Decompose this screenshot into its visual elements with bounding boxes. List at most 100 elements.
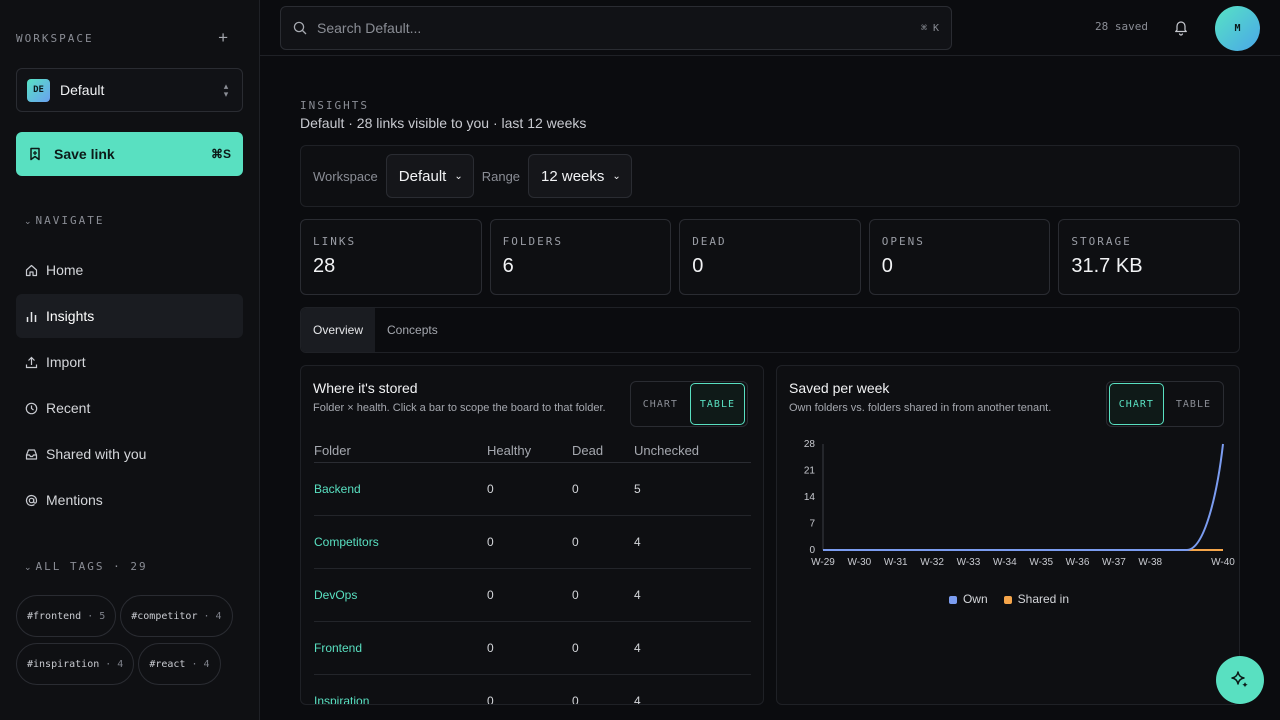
tag-name: #competitor xyxy=(131,610,198,622)
sidebar-item-home[interactable]: Home xyxy=(16,248,243,292)
tag-chip-competitor[interactable]: #competitor · 4 xyxy=(120,595,233,637)
sidebar-item-label: Mentions xyxy=(46,492,103,508)
series-line-own xyxy=(823,443,1224,551)
tag-name: #react xyxy=(149,658,186,670)
folder-link[interactable]: DevOps xyxy=(314,568,487,622)
sidebar-item-label: Shared with you xyxy=(46,446,147,462)
saved-count: 28 saved xyxy=(1095,20,1148,33)
folder-link[interactable]: Inspiration xyxy=(314,674,487,704)
column-header-folder[interactable]: Folder xyxy=(314,440,487,463)
tag-name: #inspiration xyxy=(27,658,100,670)
x-tick-label: W-30 xyxy=(848,557,872,568)
sidebar-item-mentions[interactable]: Mentions xyxy=(16,478,243,522)
healthy-cell: 0 xyxy=(487,621,572,675)
folder-link[interactable]: Frontend xyxy=(314,621,487,675)
dead-cell: 0 xyxy=(572,674,634,704)
storage-table: Folder Healthy Dead Unchecked Backend 0 … xyxy=(314,440,751,704)
column-header-healthy[interactable]: Healthy xyxy=(487,440,572,463)
range-filter-select[interactable]: 12 weeks ⌄ xyxy=(528,154,632,198)
sidebar-item-label: Home xyxy=(46,262,84,278)
search-input[interactable]: Search Default... ⌘ K xyxy=(280,6,952,50)
save-link-button[interactable]: Save link ⌘S xyxy=(16,132,243,176)
avatar[interactable]: M xyxy=(1215,6,1260,51)
weekly-line-chart: 0 7 14 21 28 W-29 W-30 W-31 W-32 W-33 W-34 W-35 W-36… xyxy=(804,439,1235,568)
legend-item-own[interactable]: Own xyxy=(948,592,988,606)
add-workspace-icon[interactable]: + xyxy=(218,29,228,46)
insights-tabs: Overview Concepts xyxy=(300,307,1240,353)
column-header-dead[interactable]: Dead xyxy=(572,440,634,463)
clock-icon xyxy=(24,401,38,415)
stat-label: STORAGE xyxy=(1071,235,1132,248)
storage-card-description: Folder × health. Click a bar to scope th… xyxy=(313,402,606,414)
search-shortcut: ⌘ K xyxy=(920,22,939,34)
folder-link[interactable]: Competitors xyxy=(314,515,487,569)
stat-value: 0 xyxy=(692,255,704,277)
sidebar-nav: Home Insights Import Recent Shared with … xyxy=(16,248,243,524)
stat-value: 6 xyxy=(502,255,514,277)
stat-card-storage: STORAGE 31.7 KB xyxy=(1058,219,1240,295)
table-row[interactable]: Frontend 0 0 4 xyxy=(314,621,751,675)
healthy-cell: 0 xyxy=(487,462,572,516)
sidebar-item-recent[interactable]: Recent xyxy=(16,386,243,430)
y-tick-label: 7 xyxy=(809,519,815,530)
dead-cell: 0 xyxy=(572,462,634,516)
x-tick-label: W-38 xyxy=(1138,557,1162,568)
page-eyebrow: INSIGHTS xyxy=(300,99,369,112)
x-tick-label: W-31 xyxy=(884,557,908,568)
x-tick-label: W-35 xyxy=(1029,557,1053,568)
table-row[interactable]: Competitors 0 0 4 xyxy=(314,515,751,569)
sidebar-item-label: Insights xyxy=(46,308,95,324)
sidebar-item-import[interactable]: Import xyxy=(16,340,243,384)
stat-card-opens: OPENS 0 xyxy=(868,219,1051,295)
healthy-cell: 0 xyxy=(487,515,572,569)
ai-assistant-button[interactable] xyxy=(1216,656,1264,704)
table-row[interactable]: Inspiration 0 0 4 xyxy=(314,674,751,704)
tag-chip-frontend[interactable]: #frontend · 5 xyxy=(16,595,117,637)
storage-card-title: Where it's stored xyxy=(313,380,418,396)
tag-list: #frontend · 5 #competitor · 4 #inspiration… xyxy=(16,595,246,685)
x-tick-label: W-32 xyxy=(920,557,944,568)
range-filter-value: 12 weeks xyxy=(541,167,605,185)
table-view-button[interactable]: TABLE xyxy=(1166,383,1221,425)
healthy-cell: 0 xyxy=(487,568,572,622)
table-row[interactable]: DevOps 0 0 4 xyxy=(314,568,751,622)
unchecked-cell: 4 xyxy=(634,515,751,569)
chart-view-button[interactable]: CHART xyxy=(1108,383,1164,425)
weekly-view-toggle: CHART TABLE xyxy=(1105,381,1224,427)
legend-swatch-own xyxy=(948,595,957,604)
bar-chart-icon xyxy=(24,309,38,323)
sidebar-item-insights[interactable]: Insights xyxy=(16,294,243,338)
save-link-shortcut: ⌘S xyxy=(210,147,231,161)
table-view-button[interactable]: TABLE xyxy=(689,383,745,425)
stat-label: OPENS xyxy=(881,235,925,248)
tab-concepts[interactable]: Concepts xyxy=(375,308,450,352)
tag-chip-react[interactable]: #react · 4 xyxy=(138,643,221,685)
workspace-selector[interactable]: DE Default ▴ ▾ xyxy=(16,68,243,112)
navigate-header[interactable]: ⌄ NAVIGATE xyxy=(24,211,105,227)
search-placeholder: Search Default... xyxy=(317,20,422,36)
tags-header[interactable]: ⌄ ALL TAGS · 29 xyxy=(24,557,148,573)
legend-label: Own xyxy=(962,592,988,606)
tag-count: · 4 xyxy=(191,658,210,670)
workspace-filter-select[interactable]: Default ⌄ xyxy=(385,154,474,198)
y-tick-label: 0 xyxy=(809,545,815,556)
tag-count: · 4 xyxy=(203,610,222,622)
stat-value: 0 xyxy=(881,255,893,277)
range-filter-label: Range xyxy=(481,168,521,184)
healthy-cell: 0 xyxy=(487,674,572,704)
sidebar: WORKSPACE + DE Default ▴ ▾ Save link ⌘S ⌄… xyxy=(0,0,260,720)
folder-link[interactable]: Backend xyxy=(314,462,487,516)
bell-icon[interactable] xyxy=(1173,19,1189,39)
workspace-filter-label: Workspace xyxy=(313,168,378,184)
stat-card-folders: FOLDERS 6 xyxy=(489,219,672,295)
sparkle-icon xyxy=(1231,671,1248,688)
stat-cards: LINKS 28 FOLDERS 6 DEAD 0 OPENS 0 STORAGE 31.… xyxy=(300,219,1240,295)
tag-chip-inspiration[interactable]: #inspiration · 4 xyxy=(16,643,135,685)
table-row[interactable]: Backend 0 0 5 xyxy=(314,462,751,516)
sidebar-item-shared[interactable]: Shared with you xyxy=(16,432,243,476)
legend-item-shared[interactable]: Shared in xyxy=(1003,592,1069,606)
chart-view-button[interactable]: CHART xyxy=(633,383,688,425)
stat-label: DEAD xyxy=(692,235,727,248)
column-header-unchecked[interactable]: Unchecked xyxy=(634,440,751,463)
tab-overview[interactable]: Overview xyxy=(301,308,376,352)
